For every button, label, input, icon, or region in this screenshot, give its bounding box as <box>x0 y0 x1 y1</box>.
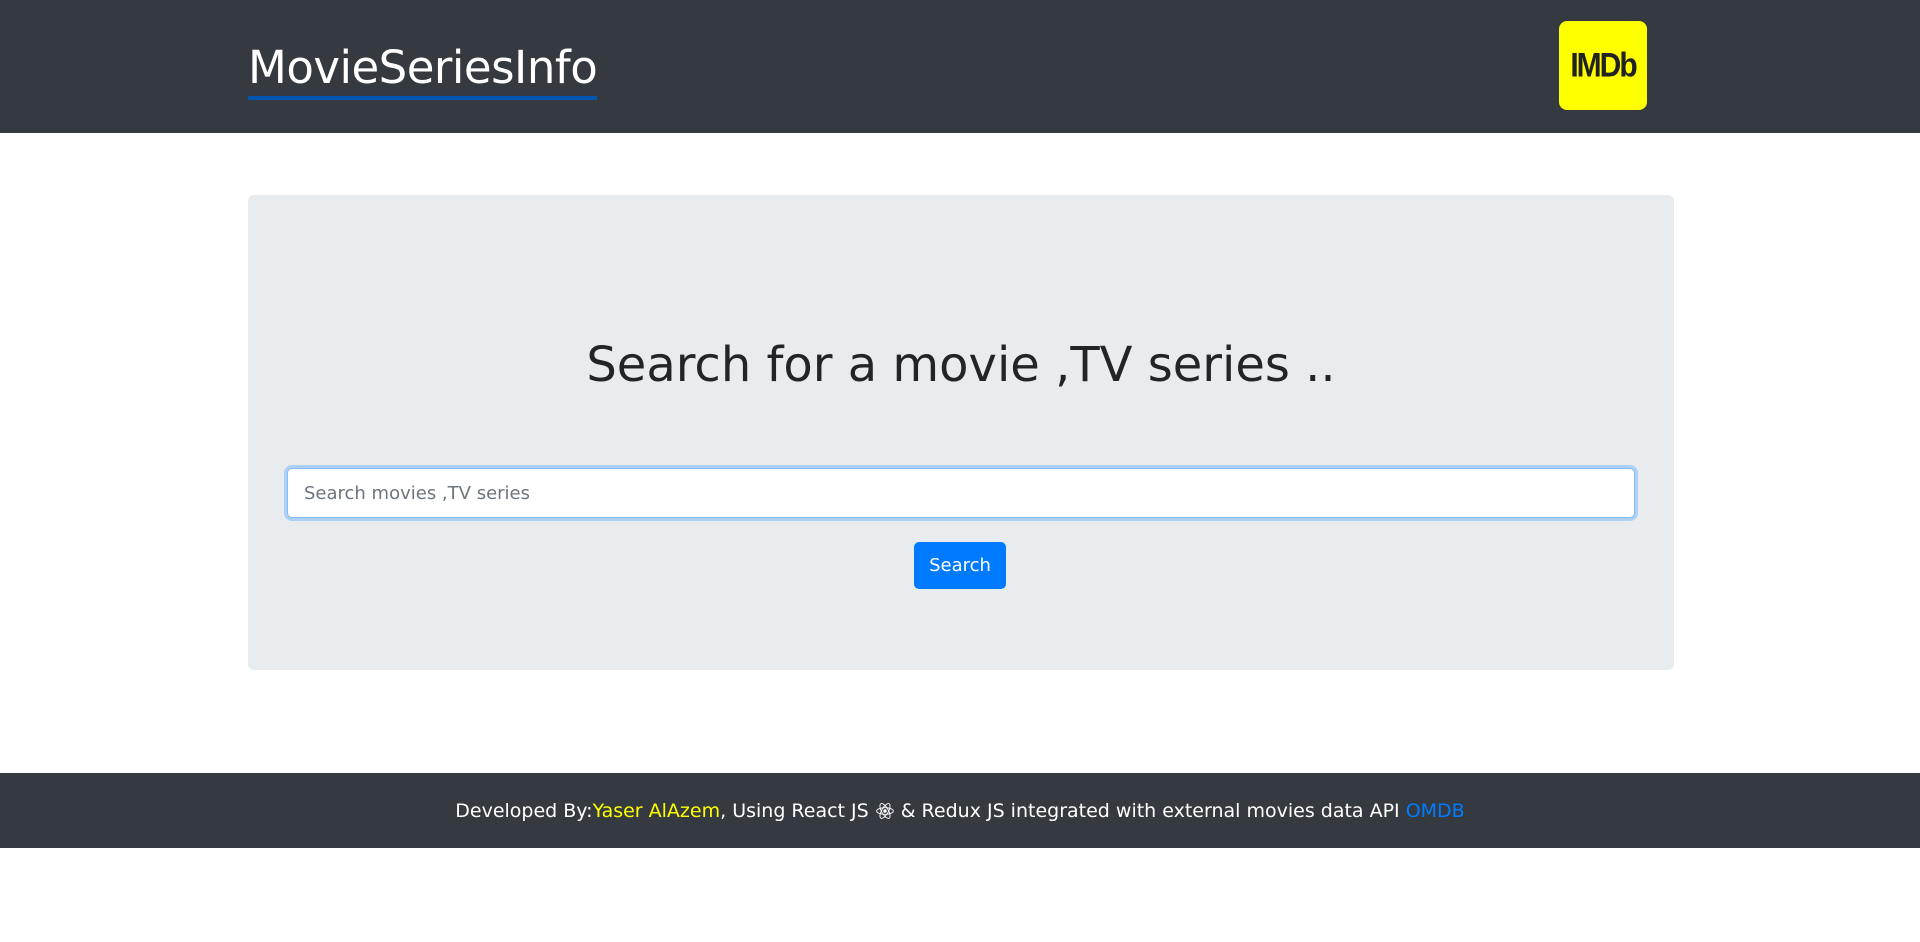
react-icon <box>875 802 894 819</box>
footer-tech-text: & Redux JS integrated with external movi… <box>900 799 1400 822</box>
search-input[interactable] <box>287 468 1635 518</box>
omdb-link[interactable]: OMDB <box>1406 800 1465 822</box>
brand-link[interactable]: MovieSeriesInfo <box>248 40 598 100</box>
search-title: Search for a movie ,TV series .. <box>586 337 1336 393</box>
footer-middle-text: , Using React JS <box>720 799 869 822</box>
footer: Developed By: Yaser AlAzem, Using React J… <box>0 773 1920 848</box>
footer-prefix: Developed By: <box>455 799 593 822</box>
author-link[interactable]: Yaser AlAzem <box>593 800 721 822</box>
navbar: MovieSeriesInfo IMDb <box>0 0 1920 133</box>
search-button[interactable]: Search <box>914 542 1006 589</box>
search-panel: Search for a movie ,TV series .. Search <box>248 195 1674 670</box>
imdb-logo-link[interactable]: IMDb <box>1559 21 1647 110</box>
imdb-logo-icon: IMDb <box>1570 45 1637 84</box>
